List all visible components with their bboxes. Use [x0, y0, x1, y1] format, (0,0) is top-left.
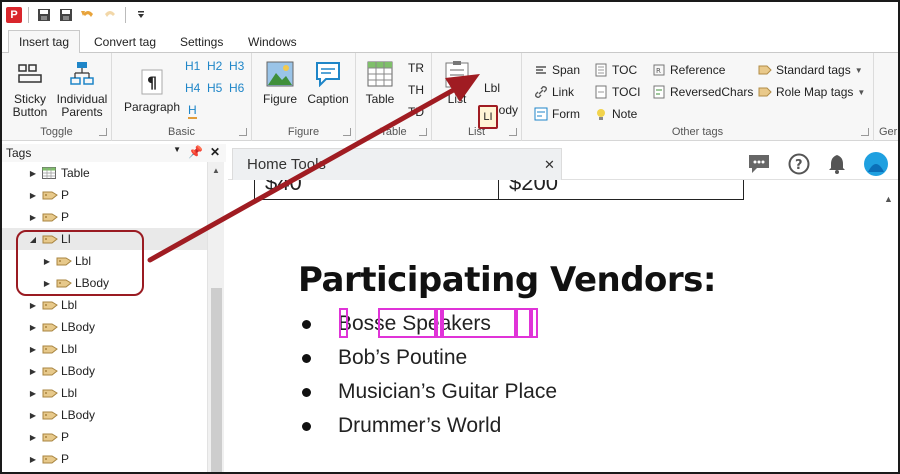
app-window: P Insert tag Convert tag Settings Window…: [0, 0, 900, 474]
annotation-arrow: [147, 74, 480, 263]
